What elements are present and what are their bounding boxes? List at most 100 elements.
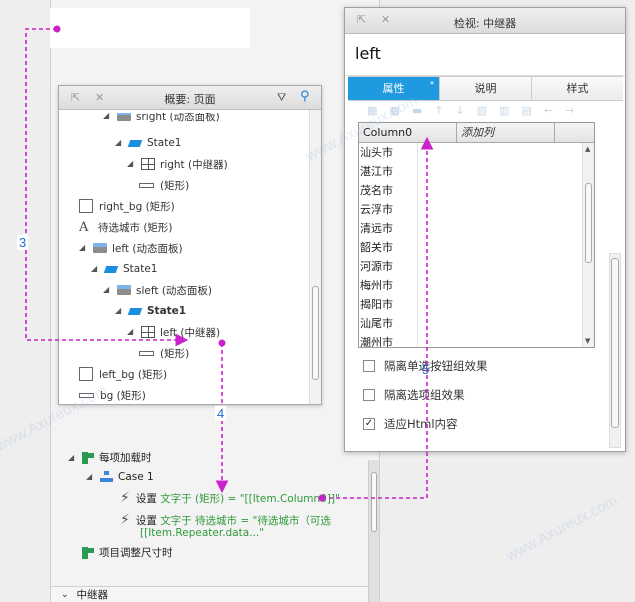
tab-properties-label: 属性: [382, 82, 405, 95]
table-cell[interactable]: 梅州市: [359, 276, 399, 295]
expand-triangle-icon[interactable]: ◢: [103, 286, 111, 294]
tab-style[interactable]: 样式: [532, 77, 623, 100]
box-icon: [79, 199, 93, 213]
table-cell[interactable]: 韶关市: [359, 238, 399, 257]
repeater-icon: [141, 158, 155, 170]
chevron-down-icon: ⌄: [61, 589, 69, 600]
option-fit-html[interactable]: ✓ 适应Html内容: [363, 415, 458, 433]
table-row[interactable]: 河源市: [359, 257, 579, 276]
table-cell[interactable]: 云浮市: [359, 200, 399, 219]
filter-icon[interactable]: ⛛: [277, 91, 286, 105]
search-icon[interactable]: ⚲: [300, 89, 310, 104]
event-on-item-load[interactable]: ◢ 每项加载时: [68, 450, 152, 465]
action-verb: 设置: [135, 492, 157, 505]
table-cell[interactable]: 汕头市: [359, 143, 399, 162]
tree-item[interactable]: left_bg (矩形): [79, 364, 167, 384]
tab-properties[interactable]: 属性 *: [348, 77, 440, 100]
option-label: 适应Html内容: [384, 417, 458, 431]
tree-item-label: left_bg (矩形): [99, 368, 168, 381]
expand-triangle-icon[interactable]: ◢: [79, 244, 87, 252]
checkbox[interactable]: [363, 360, 375, 372]
event-label: 项目调整尺寸时: [99, 547, 173, 559]
repeater-data-table[interactable]: Column0 添加列 汕头市 湛江市 茂名市 云浮市 清远市 韶关市 河源市 梅州市 揭阳市汕…: [358, 122, 595, 348]
table-row[interactable]: 梅州市: [359, 276, 579, 295]
table-row[interactable]: 云浮市: [359, 200, 579, 219]
action-detail: 文字于 待选城市 = "待选城市（可选: [160, 514, 331, 527]
tree-item[interactable]: ◢ State1: [91, 259, 157, 279]
checkbox-checked[interactable]: ✓: [363, 418, 375, 430]
table-cell[interactable]: 潮州市: [359, 333, 399, 347]
table-cell[interactable]: 湛江市: [359, 162, 399, 181]
expand-triangle-icon[interactable]: ◢: [127, 328, 135, 336]
table-row[interactable]: 潮州市: [359, 333, 579, 347]
text-icon: A: [79, 219, 89, 235]
table-cell[interactable]: 汕尾市: [359, 314, 399, 333]
tree-item[interactable]: (矩形): [139, 343, 189, 363]
annotation-number-4: 4: [215, 406, 227, 421]
expand-triangle-icon[interactable]: ◢: [115, 139, 123, 147]
table-cell[interactable]: 河源市: [359, 257, 399, 276]
tree-item[interactable]: ◢ left (中继器): [127, 322, 220, 342]
table-row[interactable]: 湛江市: [359, 162, 579, 181]
tree-item[interactable]: ◢ right (中继器): [127, 154, 228, 174]
widget-name-field[interactable]: left: [345, 34, 625, 76]
action-set-text-2[interactable]: ⚡ 设置 文字于 待选城市 = "待选城市（可选: [120, 512, 331, 528]
expand-triangle-icon[interactable]: ◢: [103, 113, 111, 120]
add-column-icon[interactable]: ▥: [477, 104, 487, 117]
tree-item-label: (矩形): [160, 347, 190, 360]
table-icon[interactable]: ▤: [521, 104, 531, 117]
move-right-icon[interactable]: →: [565, 104, 574, 117]
option-label: 隔离单选按钮组效果: [384, 359, 488, 373]
inspector-tabs: 属性 * 说明 样式: [348, 76, 623, 101]
move-down-icon[interactable]: ↓: [455, 104, 464, 117]
tree-item-label: left (中继器): [160, 326, 221, 339]
table-row[interactable]: 汕尾市: [359, 314, 579, 333]
table-row[interactable]: 茂名市: [359, 181, 579, 200]
table-cell[interactable]: 揭阳市: [359, 295, 399, 314]
table-row[interactable]: 揭阳市: [359, 295, 579, 314]
tree-item[interactable]: right_bg (矩形): [79, 196, 175, 216]
rectangle-icon: [139, 182, 154, 188]
add-column-header[interactable]: 添加列: [457, 123, 555, 142]
action-detail: 文字于 (矩形) = "[[Item.Column0]]": [160, 492, 340, 505]
expand-triangle-icon[interactable]: ◢: [91, 265, 99, 273]
inspector-title: 检视: 中继器: [453, 17, 517, 30]
table-cell[interactable]: 清远市: [359, 219, 399, 238]
rectangle-icon: [139, 350, 154, 356]
inspector-scrollbar[interactable]: [609, 253, 621, 448]
expand-triangle-icon[interactable]: ◢: [127, 160, 135, 168]
interactions-scrollbar[interactable]: [368, 460, 379, 602]
tree-item[interactable]: ◢ left (动态面板): [79, 238, 183, 258]
tree-item[interactable]: ◢ State1: [115, 301, 186, 321]
table-row[interactable]: 韶关市: [359, 238, 579, 257]
dynamic-panel-icon: [117, 113, 131, 121]
checkbox[interactable]: [363, 389, 375, 401]
tree-item[interactable]: ◢ State1: [115, 133, 181, 153]
option-isolate-selection[interactable]: 隔离选项组效果: [363, 386, 465, 404]
table-scrollbar[interactable]: ▲ ▼: [582, 143, 594, 347]
tree-item[interactable]: ◢ sleft (动态面板): [103, 280, 212, 300]
table-header: Column0 添加列: [359, 123, 594, 143]
case-row[interactable]: ◢ Case 1: [86, 471, 154, 483]
event-icon: [82, 451, 94, 464]
table-row[interactable]: 清远市: [359, 219, 579, 238]
move-left-icon[interactable]: ←: [544, 104, 553, 117]
canvas-widget-area: [50, 8, 250, 48]
table-row[interactable]: 汕头市: [359, 143, 579, 162]
state-icon: [127, 139, 143, 147]
state-icon: [127, 307, 143, 315]
outline-header: ⇱ ✕ 概要: 页面 ⛛ ⚲: [59, 86, 321, 110]
delete-column-icon[interactable]: ▥: [499, 104, 509, 117]
event-on-item-resize[interactable]: 项目调整尺寸时: [82, 545, 173, 560]
expand-triangle-icon[interactable]: ◢: [115, 307, 123, 315]
move-up-icon[interactable]: ↑: [434, 104, 443, 117]
event-icon: [82, 546, 94, 559]
action-set-text-1[interactable]: ⚡ 设置 文字于 (矩形) = "[[Item.Column0]]": [120, 490, 340, 506]
repeater-section-header[interactable]: ⌄ 中继器: [51, 586, 368, 602]
option-label: 隔离选项组效果: [384, 388, 465, 402]
tree-item[interactable]: A 待选城市 (矩形): [79, 217, 173, 237]
tab-notes[interactable]: 说明: [440, 77, 532, 100]
tree-item[interactable]: (矩形): [139, 175, 189, 195]
tree-item-label: sright (动态面板): [136, 110, 220, 123]
table-cell[interactable]: 茂名市: [359, 181, 399, 200]
